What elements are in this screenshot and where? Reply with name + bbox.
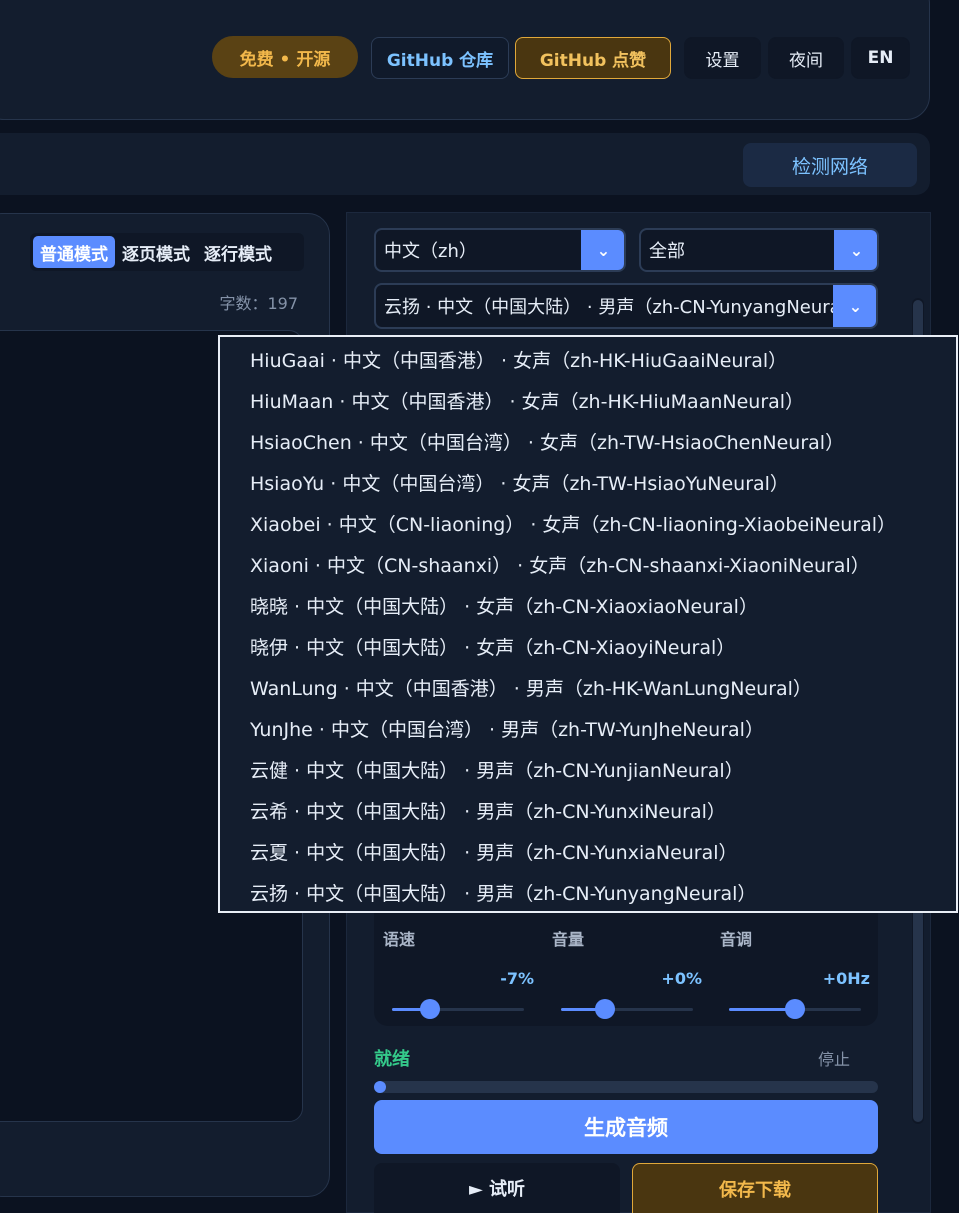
stop-button[interactable]: 停止 [818,1046,850,1070]
pitch-label: 音调 [720,930,753,949]
pitch-slider[interactable] [729,999,861,1019]
gender-select-value: 全部 [649,241,685,262]
mode-normal-tab[interactable]: 普通模式 [33,236,115,268]
voice-option[interactable]: WanLung · 中文（中国香港） · 男声（zh-HK-WanLungNeu… [220,667,956,708]
status-text: 就绪 [374,1049,410,1070]
voice-option[interactable]: 云扬 · 中文（中国大陆） · 男声（zh-CN-YunyangNeural） [220,872,956,913]
mode-line-tab[interactable]: 逐行模式 [197,236,279,268]
listen-button[interactable]: ► 试听 [374,1163,620,1213]
chevron-down-icon: ⌄ [581,230,624,270]
voice-option[interactable]: HiuGaai · 中文（中国香港） · 女声（zh-HK-HiuGaaiNeu… [220,339,956,380]
free-open-source-badge: 免费 • 开源 [212,36,358,78]
voice-select-value: 云扬 · 中文（中国大陆） · 男声（zh-CN-YunyangNeural） [384,297,864,318]
language-toggle-button[interactable]: EN [851,37,910,79]
voice-dropdown-list: HiuGaai · 中文（中国香港） · 女声（zh-HK-HiuGaaiNeu… [218,335,958,913]
voice-option[interactable]: HsiaoYu · 中文（中国台湾） · 女声（zh-TW-HsiaoYuNeu… [220,462,956,503]
volume-label: 音量 [552,930,585,949]
word-count: 字数：197 [219,294,298,313]
language-select-value: 中文（zh） [384,241,477,262]
save-download-button[interactable]: 保存下载 [632,1163,878,1213]
language-select[interactable]: 中文（zh） ⌄ [374,228,626,272]
progress-bar [374,1081,878,1093]
rate-value: -7% [500,969,534,988]
rate-slider[interactable] [392,999,524,1019]
github-star-button[interactable]: GitHub 点赞 [515,37,671,79]
detect-network-button[interactable]: 检测网络 [743,143,917,187]
chevron-down-icon: ⌄ [833,285,876,327]
voice-option[interactable]: HsiaoChen · 中文（中国台湾） · 女声（zh-TW-HsiaoChe… [220,421,956,462]
voice-select[interactable]: 云扬 · 中文（中国大陆） · 男声（zh-CN-YunyangNeural） … [374,283,878,329]
volume-value: +0% [661,969,702,988]
pitch-slider-handle[interactable] [785,999,805,1019]
voice-option[interactable]: 云希 · 中文（中国大陆） · 男声（zh-CN-YunxiNeural） [220,790,956,831]
settings-button[interactable]: 设置 [684,37,761,79]
pitch-value: +0Hz [822,969,870,988]
github-repo-button[interactable]: GitHub 仓库 [371,37,509,79]
voice-option[interactable]: 云夏 · 中文（中国大陆） · 男声（zh-CN-YunxiaNeural） [220,831,956,872]
mode-switcher: 普通模式 逐页模式 逐行模式 [30,233,304,271]
mode-page-tab[interactable]: 逐页模式 [115,236,197,268]
voice-option[interactable]: 晓晓 · 中文（中国大陆） · 女声（zh-CN-XiaoxiaoNeural） [220,585,956,626]
night-mode-button[interactable]: 夜间 [768,37,844,79]
rate-label: 语速 [383,930,416,949]
volume-slider-handle[interactable] [594,999,615,1019]
voice-option[interactable]: YunJhe · 中文（中国台湾） · 男声（zh-TW-YunJheNeura… [220,708,956,749]
gender-select[interactable]: 全部 ⌄ [639,228,879,272]
voice-option[interactable]: 云健 · 中文（中国大陆） · 男声（zh-CN-YunjianNeural） [220,749,956,790]
generate-audio-button[interactable]: 生成音频 [374,1100,878,1154]
volume-slider[interactable] [561,999,693,1019]
progress-bar-fill [374,1081,387,1093]
chevron-down-icon: ⌄ [834,230,877,270]
voice-option[interactable]: 晓伊 · 中文（中国大陆） · 女声（zh-CN-XiaoyiNeural） [220,626,956,667]
voice-option[interactable]: HiuMaan · 中文（中国香港） · 女声（zh-HK-HiuMaanNeu… [220,380,956,421]
voice-option[interactable]: Xiaoni · 中文（CN-shaanxi） · 女声（zh-CN-shaan… [220,544,956,585]
voice-option[interactable]: Xiaobei · 中文（CN-liaoning） · 女声（zh-CN-lia… [220,503,956,544]
